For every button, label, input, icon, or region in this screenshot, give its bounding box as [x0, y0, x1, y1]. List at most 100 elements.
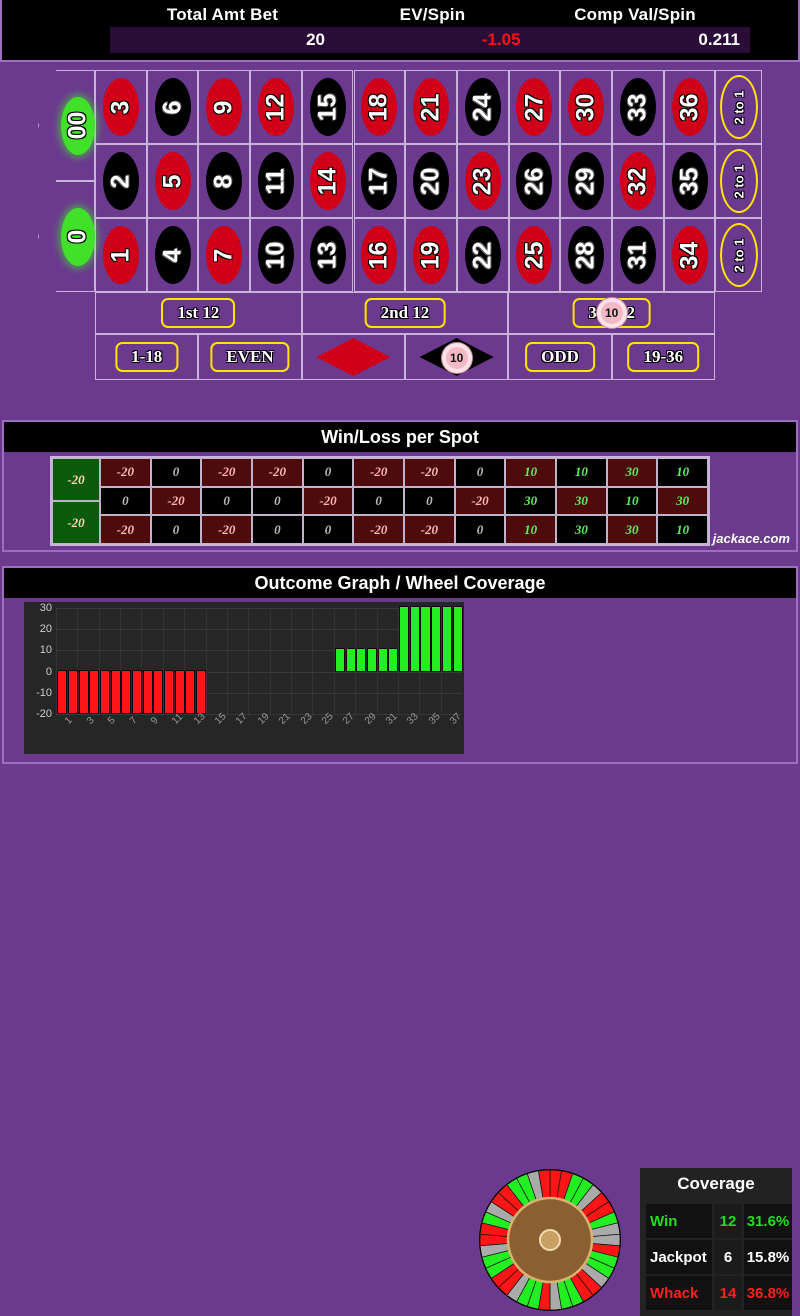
- wheel-center: [539, 1229, 561, 1251]
- winloss-panel: Win/Loss per Spot -20 -20 -20 0 -20 -20 0 -20 -2…: [2, 420, 798, 552]
- bet-cell-number-1[interactable]: 1: [95, 218, 147, 292]
- number-oval: 28: [568, 226, 605, 284]
- chart-bar: [142, 669, 153, 714]
- coverage-count: 6: [714, 1240, 742, 1274]
- bet-cell-number-16[interactable]: 16: [353, 218, 406, 292]
- bet-cell-number-34[interactable]: 34: [663, 218, 716, 292]
- column-bet-oval: 2 to 1: [719, 75, 758, 139]
- bet-cell-number-30[interactable]: 30: [560, 70, 612, 144]
- bet-cell-number-14[interactable]: 14: [301, 144, 354, 218]
- bet-cell-outside-19-36[interactable]: 19-36: [611, 334, 715, 380]
- bet-cell-zero-00[interactable]: 00: [38, 70, 95, 181]
- bet-cell-number-29[interactable]: 29: [560, 144, 612, 218]
- bet-cell-number-19[interactable]: 19: [405, 218, 457, 292]
- column-bet-label: 2 to 1: [731, 90, 747, 124]
- number-label: 17: [364, 167, 393, 195]
- bet-chip[interactable]: 10: [441, 343, 472, 373]
- zero-label: 00: [63, 111, 92, 140]
- number-label: 35: [675, 167, 704, 195]
- number-label: 32: [623, 167, 652, 195]
- bet-cell-outside-odd[interactable]: ODD: [508, 334, 612, 380]
- bet-cell-dozen-1st-12[interactable]: 1st 12: [95, 292, 302, 334]
- bet-cell-number-32[interactable]: 32: [612, 144, 664, 218]
- number-oval: 30: [568, 78, 605, 136]
- chart-bar: [57, 669, 68, 714]
- outcome-graph-panel: Outcome Graph / Wheel Coverage 30 20 10 0 -1…: [2, 566, 798, 1316]
- bet-cell-number-18[interactable]: 18: [353, 70, 406, 144]
- bet-cell-number-24[interactable]: 24: [456, 70, 509, 144]
- bet-cell-outside-red[interactable]: [301, 334, 405, 380]
- x-axis-tick: 3: [84, 715, 97, 727]
- bet-cell-number-20[interactable]: 20: [405, 144, 457, 218]
- bet-cell-number-26[interactable]: 26: [508, 144, 561, 218]
- bet-cell-number-2[interactable]: 2: [95, 144, 147, 218]
- chart-bar: [99, 669, 110, 714]
- bet-cell-column-3[interactable]: 2 to 1: [715, 218, 763, 292]
- bet-cell-outside-1-18[interactable]: 1-18: [95, 334, 199, 380]
- bet-cell-number-5[interactable]: 5: [146, 144, 199, 218]
- winloss-cell: -20: [404, 515, 455, 544]
- dozen-bet-label: 2nd 12: [364, 298, 446, 328]
- number-label: 2: [106, 174, 135, 188]
- number-oval: 36: [671, 78, 708, 136]
- outcome-bar-chart: 30 20 10 0 -10 -20 1 3 5 7 9 11 13 15 17 19 21 23 25 27 29 31…: [24, 602, 464, 754]
- bet-cell-column-1[interactable]: 2 to 1: [715, 70, 763, 144]
- number-oval: 12: [257, 78, 294, 136]
- number-oval: 8: [206, 152, 243, 210]
- number-oval: 11: [257, 152, 294, 210]
- bet-cell-number-8[interactable]: 8: [198, 144, 251, 218]
- number-oval: 22: [464, 226, 501, 284]
- bet-cell-outside-even[interactable]: EVEN: [198, 334, 302, 380]
- zero-label: 0: [63, 229, 92, 244]
- number-label: 14: [313, 167, 342, 195]
- winloss-cell: -20: [454, 486, 506, 516]
- bet-cell-number-35[interactable]: 35: [663, 144, 716, 218]
- winloss-cell: 0: [150, 515, 202, 544]
- coverage-title: Coverage: [677, 1174, 755, 1193]
- bet-cell-zero-0[interactable]: 0: [38, 181, 95, 292]
- plot-area: 30 20 10 0 -10 -20 1 3 5 7 9 11 13 15 17 19 21 23 25 27 29 31…: [36, 602, 464, 727]
- number-oval: 18: [361, 78, 398, 136]
- bet-cell-column-2[interactable]: 2 to 1: [715, 144, 763, 218]
- bet-cell-number-15[interactable]: 15: [301, 70, 354, 144]
- bet-cell-number-25[interactable]: 25: [508, 218, 561, 292]
- winloss-cell: 10: [505, 515, 556, 544]
- column-bet-label: 2 to 1: [731, 238, 747, 272]
- bet-chip[interactable]: 10: [596, 298, 627, 328]
- bet-cell-number-4[interactable]: 4: [146, 218, 199, 292]
- bet-cell-number-7[interactable]: 7: [198, 218, 251, 292]
- column-bet-label: 2 to 1: [731, 164, 747, 198]
- number-oval: 35: [671, 152, 708, 210]
- coverage-table: Coverage Win 12 31.6% Jackpot 6 15.8% Whack 14 3…: [640, 1168, 792, 1316]
- bet-cell-number-11[interactable]: 11: [250, 144, 302, 218]
- bet-cell-dozen-3rd-12[interactable]: 3rd 1210: [508, 292, 715, 334]
- number-label: 20: [416, 167, 445, 195]
- bet-cell-number-28[interactable]: 28: [560, 218, 612, 292]
- number-oval: 10: [257, 226, 294, 284]
- winloss-cell: 10: [556, 458, 607, 487]
- bet-cell-number-22[interactable]: 22: [456, 218, 509, 292]
- bet-cell-number-3[interactable]: 3: [95, 70, 147, 144]
- number-oval: 23: [464, 152, 501, 210]
- bet-cell-number-33[interactable]: 33: [612, 70, 664, 144]
- bet-cell-number-27[interactable]: 27: [508, 70, 561, 144]
- chart-bar: [110, 669, 121, 714]
- bet-cell-number-31[interactable]: 31: [612, 218, 664, 292]
- chart-bar: [131, 669, 143, 714]
- number-oval: 20: [413, 152, 450, 210]
- bet-cell-number-6[interactable]: 6: [146, 70, 199, 144]
- bet-cell-number-36[interactable]: 36: [663, 70, 716, 144]
- bet-cell-number-9[interactable]: 9: [198, 70, 251, 144]
- bet-cell-number-12[interactable]: 12: [250, 70, 302, 144]
- bet-cell-dozen-2nd-12[interactable]: 2nd 12: [301, 292, 509, 334]
- bet-cell-number-13[interactable]: 13: [301, 218, 354, 292]
- bet-cell-outside-black[interactable]: 10: [405, 334, 509, 380]
- bet-cell-number-17[interactable]: 17: [353, 144, 406, 218]
- bet-cell-number-21[interactable]: 21: [405, 70, 457, 144]
- bet-cell-number-23[interactable]: 23: [456, 144, 509, 218]
- winloss-cell: 30: [556, 515, 607, 544]
- winloss-cell: -20: [100, 458, 151, 487]
- bet-cell-number-10[interactable]: 10: [250, 218, 302, 292]
- stat-label: EV/Spin: [399, 5, 466, 24]
- number-label: 30: [571, 93, 600, 121]
